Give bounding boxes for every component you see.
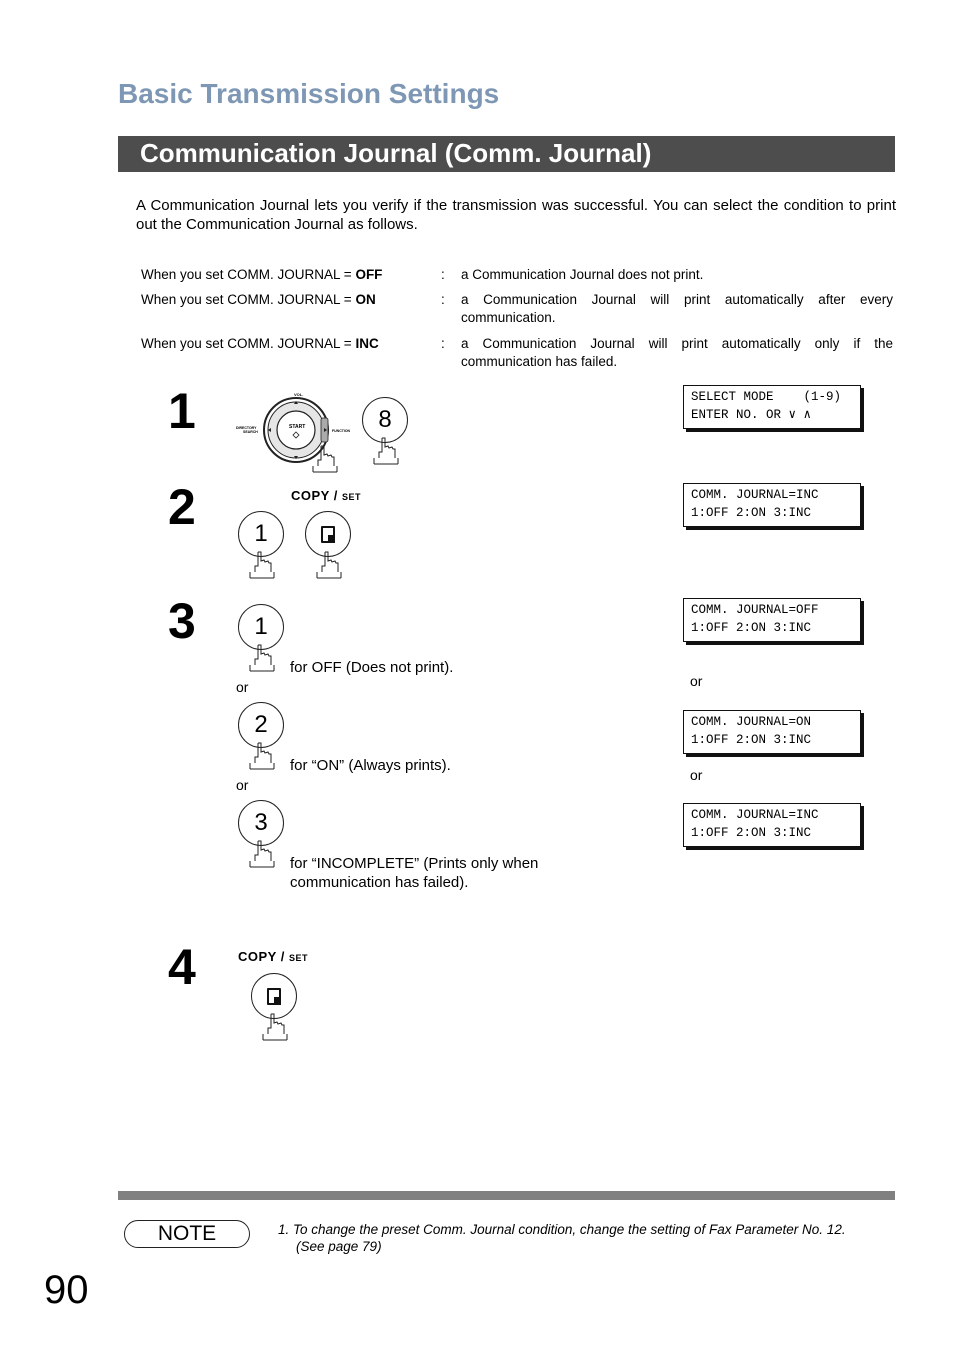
or-label: or — [690, 673, 703, 689]
condition-label: When you set COMM. JOURNAL = OFF — [141, 267, 383, 282]
section-title: Basic Transmission Settings — [118, 78, 500, 109]
lcd-display: COMM. JOURNAL=INC 1:OFF 2:ON 3:INC — [683, 803, 861, 847]
copy-set-icon — [267, 987, 281, 1005]
lcd-display: COMM. JOURNAL=OFF 1:OFF 2:ON 3:INC — [683, 598, 861, 642]
option-on-text: for “ON” (Always prints). — [290, 757, 451, 774]
or-label: or — [236, 679, 249, 695]
condition-colon: : — [441, 336, 445, 351]
pointing-hand-icon — [310, 444, 340, 474]
pointing-hand-icon — [247, 643, 277, 673]
step-number-2: 2 — [168, 479, 196, 535]
condition-colon: : — [441, 267, 445, 282]
footer-divider — [118, 1191, 895, 1200]
condition-colon: : — [441, 292, 445, 307]
lcd-display: COMM. JOURNAL=INC 1:OFF 2:ON 3:INC — [683, 483, 861, 527]
page-number: 90 — [44, 1268, 89, 1312]
condition-label: When you set COMM. JOURNAL = INC — [141, 336, 379, 351]
condition-description: a Communication Journal does not print. — [461, 267, 704, 282]
copy-set-icon — [321, 525, 335, 543]
or-label: or — [236, 777, 249, 793]
pointing-hand-icon — [260, 1012, 290, 1042]
copy-set-label: COPY / SET — [291, 488, 361, 503]
function-label: FUNCTION — [332, 429, 351, 433]
note-badge: NOTE — [124, 1220, 250, 1248]
pointing-hand-icon — [247, 741, 277, 771]
condition-label: When you set COMM. JOURNAL = ON — [141, 292, 376, 307]
step-number-1: 1 — [168, 383, 196, 439]
pointing-hand-icon — [371, 436, 401, 466]
start-label: START — [289, 424, 305, 430]
option-off-text: for OFF (Does not print). — [290, 659, 454, 676]
pointing-hand-icon — [314, 550, 344, 580]
vol-label: VOL. — [294, 392, 303, 397]
lcd-display: SELECT MODE (1-9) ENTER NO. OR ∨ ∧ — [683, 385, 861, 429]
option-inc-text: for “INCOMPLETE” (Prints only when commun… — [290, 855, 539, 891]
page-title: Communication Journal (Comm. Journal) — [140, 138, 652, 168]
search-label: SEARCH — [243, 430, 258, 434]
note-text: 1. To change the preset Comm. Journal co… — [278, 1222, 846, 1254]
step-number-3: 3 — [168, 593, 196, 649]
page-title-bar: Communication Journal (Comm. Journal) — [118, 136, 895, 172]
condition-description: a Communication Journal will print autom… — [461, 292, 893, 325]
pointing-hand-icon — [247, 550, 277, 580]
condition-description: a Communication Journal will print autom… — [461, 336, 893, 369]
lcd-display: COMM. JOURNAL=ON 1:OFF 2:ON 3:INC — [683, 710, 861, 754]
copy-set-label: COPY / SET — [238, 949, 308, 964]
step-number-4: 4 — [168, 939, 196, 995]
pointing-hand-icon — [247, 839, 277, 869]
intro-paragraph: A Communication Journal lets you verify … — [136, 197, 896, 233]
or-label: or — [690, 767, 703, 783]
